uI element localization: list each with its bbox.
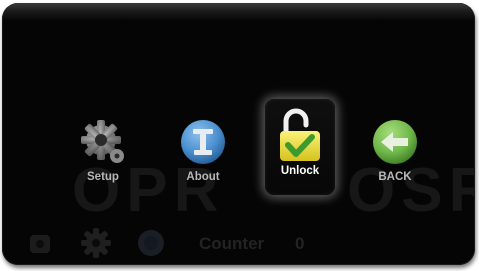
- back-label: BACK: [378, 171, 412, 183]
- popup-menu: Setup About Unlock BACK: [2, 3, 475, 265]
- about-button[interactable]: About: [168, 111, 238, 201]
- gear-icon: [81, 120, 124, 163]
- screen-frame: OPR OSR Counter 0: [2, 3, 475, 265]
- info-icon: [181, 120, 225, 164]
- about-label: About: [186, 171, 220, 183]
- back-button[interactable]: BACK: [360, 111, 430, 201]
- setup-button[interactable]: Setup: [68, 111, 138, 201]
- back-arrow-icon: [373, 120, 417, 164]
- setup-label: Setup: [87, 171, 119, 183]
- unlock-button[interactable]: Unlock: [265, 99, 335, 195]
- unlock-icon: [280, 108, 320, 161]
- unlock-label: Unlock: [280, 165, 320, 177]
